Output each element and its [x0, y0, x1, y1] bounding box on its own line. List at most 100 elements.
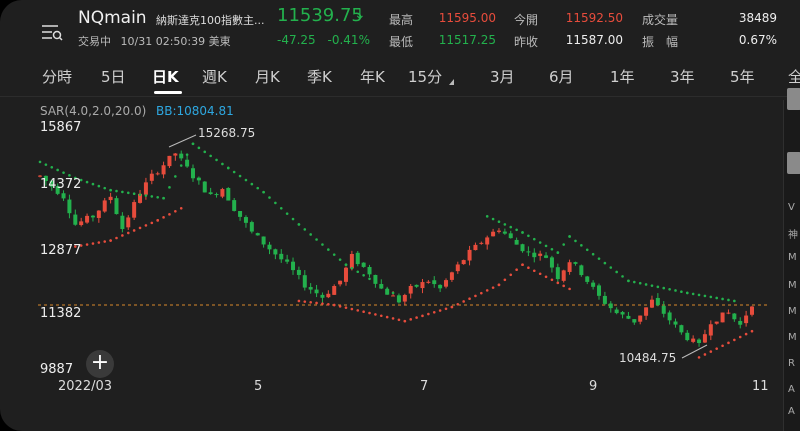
candle-body — [750, 306, 754, 315]
candle-body — [491, 231, 496, 237]
right-panel-item[interactable]: V — [788, 202, 795, 213]
candle-body — [714, 321, 719, 324]
low-label: 最低 — [389, 35, 414, 49]
sar-indicator-label[interactable]: SAR(4.0,2.0,20.0) — [40, 104, 146, 118]
candle-body — [685, 332, 690, 341]
candle-body — [702, 334, 707, 343]
sar-dot — [332, 303, 336, 307]
sar-dot — [480, 291, 483, 295]
sar-dot — [338, 258, 342, 261]
tab-all[interactable]: 全 — [788, 66, 800, 87]
tab-1year[interactable]: 1年 — [610, 66, 635, 87]
candlestick-series — [38, 150, 754, 347]
sar-dot — [321, 243, 324, 246]
sar-dot — [91, 242, 95, 245]
candle-body — [291, 261, 296, 271]
sar-dot — [550, 278, 554, 282]
sar-dot — [391, 291, 395, 295]
tab-3year[interactable]: 3年 — [670, 66, 695, 87]
sar-dot — [680, 290, 683, 293]
sar-dot — [97, 184, 101, 188]
right-panel-item[interactable]: M — [788, 306, 797, 317]
tab-6month[interactable]: 6月 — [549, 66, 574, 87]
tab-quarterly-k[interactable]: 季K — [307, 66, 332, 87]
sar-dot — [450, 305, 454, 309]
right-panel-item[interactable]: M — [788, 332, 797, 343]
prev-close-label: 昨收 — [514, 35, 539, 49]
sar-dot — [38, 160, 42, 164]
sar-dot — [368, 311, 371, 315]
tab-15min[interactable]: 15分 — [408, 66, 442, 87]
sar-dot — [197, 146, 201, 150]
panel-scroll-handle[interactable] — [787, 88, 800, 110]
sar-dot — [232, 170, 236, 174]
menu-icon[interactable] — [40, 22, 64, 42]
high-value: 11595.00 — [438, 11, 496, 25]
sar-dot — [527, 234, 530, 238]
right-panel-item[interactable]: 神 — [788, 226, 798, 241]
dropdown-triangle-icon[interactable] — [449, 79, 454, 85]
sar-dot — [462, 300, 465, 303]
candle-body — [143, 182, 148, 195]
sar-dot — [503, 223, 507, 226]
bb-indicator-label[interactable]: BB:10804.81 — [156, 104, 234, 118]
tab-weekly-k[interactable]: 週K — [202, 66, 227, 87]
right-panel-item[interactable]: M — [788, 280, 797, 291]
candle-body — [108, 196, 113, 201]
sar-dot — [356, 309, 360, 312]
sar-dot — [103, 186, 107, 190]
down-arrow-icon: ↓ — [354, 7, 366, 23]
change-percent: -0.41% — [327, 33, 370, 47]
candle-body — [555, 267, 560, 280]
sar-dot — [515, 228, 518, 232]
panel-scroll-handle[interactable] — [787, 152, 800, 174]
candle-body — [549, 257, 554, 268]
candle-body — [732, 313, 737, 320]
right-panel-item[interactable]: M — [788, 252, 797, 263]
sar-dot — [50, 165, 54, 169]
candle-body — [644, 307, 649, 316]
sar-dot — [162, 196, 165, 200]
sar-dot — [168, 213, 171, 216]
candle-body — [496, 230, 501, 232]
tab-5day[interactable]: 5日 — [101, 66, 126, 87]
tab-intraday[interactable]: 分時 — [42, 66, 72, 87]
high-annotation: 15268.75 — [198, 126, 256, 140]
tab-monthly-k[interactable]: 月K — [255, 66, 280, 87]
sar-dot — [585, 248, 589, 252]
sar-dot — [203, 150, 207, 154]
sar-dot — [544, 275, 548, 279]
add-indicator-button[interactable]: + — [86, 350, 114, 378]
x-tick-label: 11 — [752, 379, 769, 394]
sar-dot — [179, 206, 183, 210]
right-panel-item[interactable]: A — [788, 384, 795, 395]
sar-dot — [344, 263, 348, 266]
sar-dot — [238, 174, 242, 178]
sar-dot — [279, 206, 283, 210]
sar-dot — [215, 158, 218, 162]
sar-dot — [515, 268, 518, 272]
symbol-code: NQmain — [78, 8, 147, 28]
sar-dot — [91, 182, 95, 186]
right-side-panel[interactable]: V 神 M M M M R A A — [783, 88, 800, 431]
tab-daily-k[interactable]: 日K — [152, 66, 179, 87]
sar-dot — [274, 201, 277, 205]
sar-dot — [474, 294, 477, 298]
right-panel-item[interactable]: A — [788, 406, 795, 417]
high-marker-line — [168, 134, 197, 148]
candle-body — [520, 244, 525, 252]
candle-body — [255, 233, 260, 236]
right-panel-item[interactable]: R — [788, 358, 795, 369]
tab-5year[interactable]: 5年 — [730, 66, 755, 87]
tab-3month[interactable]: 3月 — [490, 66, 515, 87]
sar-dot — [115, 189, 118, 193]
symbol-name[interactable]: 納斯達克100指數主... — [156, 12, 265, 28]
candle-body — [85, 215, 90, 223]
sar-dot — [644, 283, 648, 286]
sar-dot — [532, 237, 536, 241]
sar-dot — [568, 287, 571, 291]
candle-body — [273, 249, 278, 255]
candle-body — [196, 177, 201, 181]
sar-dot — [138, 226, 142, 230]
tab-yearly-k[interactable]: 年K — [360, 66, 385, 87]
